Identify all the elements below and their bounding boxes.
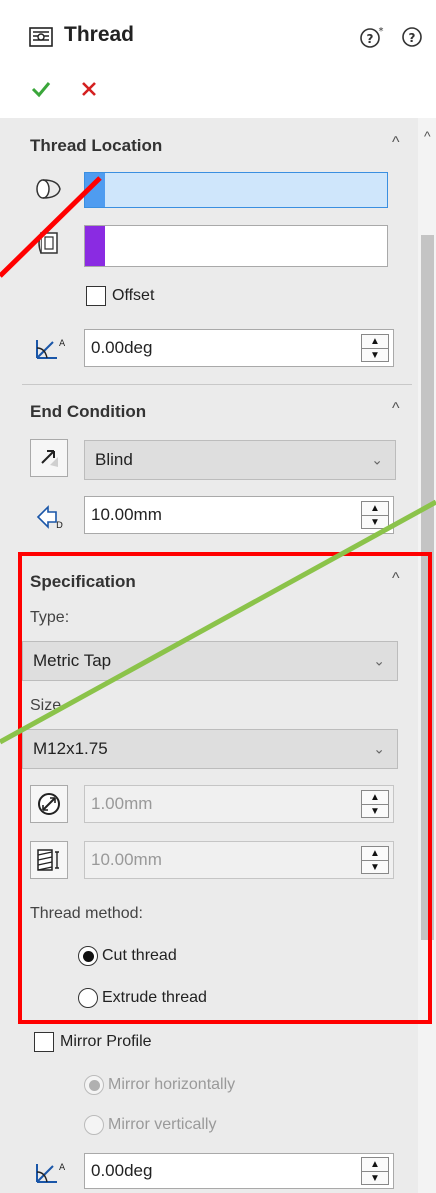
annotation-arrows [0,176,436,745]
green-pointer-line [0,499,436,745]
red-pointer-arrow [0,176,102,278]
